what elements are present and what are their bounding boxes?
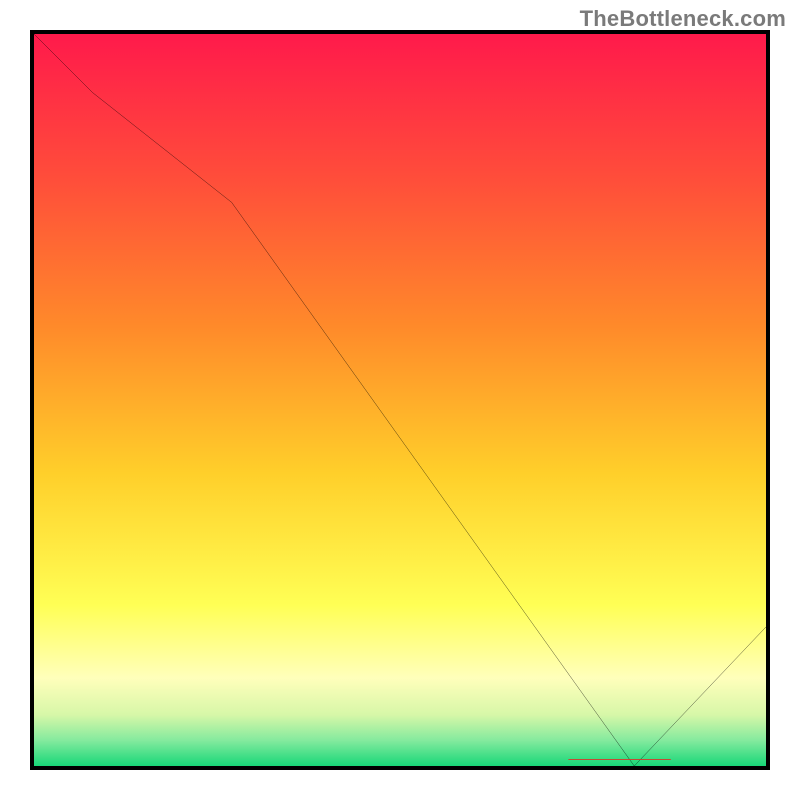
chart-container: TheBottleneck.com (0, 0, 800, 800)
plot-area (30, 30, 770, 770)
watermark-text: TheBottleneck.com (580, 6, 786, 32)
gradient-rect (34, 34, 766, 766)
chart-svg (34, 34, 766, 766)
